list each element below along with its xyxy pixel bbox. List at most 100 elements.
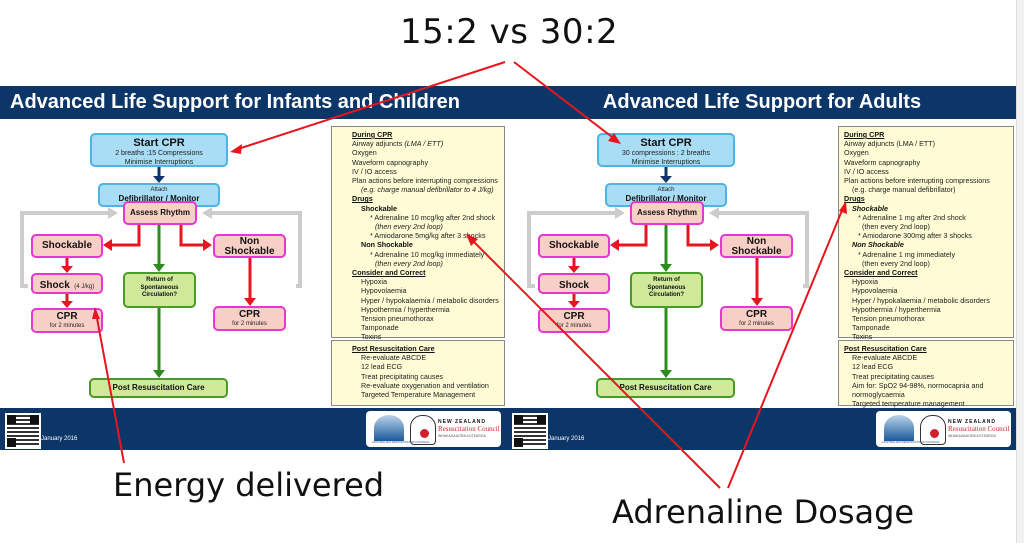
start-cpr-box: Start CPR 2 breaths :15 Compressions Min… [90,133,228,167]
compression-ratio: 2 breaths :15 Compressions [115,150,203,157]
shock-label: Shock [39,280,70,291]
non-shockable-drugs-heading: Non Shockable [852,240,904,250]
info-line: Tamponade [852,323,890,333]
non-shockable-drugs-heading: Non Shockable [361,240,413,250]
amiodarone-dose: * Amiodarone 5mg/kg after 3 shocks [370,231,486,241]
info-line: Hypoxia [852,277,878,287]
start-cpr-title: Start CPR [640,137,692,149]
arrowhead [660,176,672,183]
info-line: (then every 2nd loop) [862,222,930,232]
shock-box: Shock (4 J/kg) [31,273,103,294]
shockable-box: Shockable [538,234,610,258]
minimise-interruptions: Minimise Interruptions [124,159,194,166]
info-em: (LMA / ETT) [404,139,444,149]
arrow-assess-to-nonshockable [686,225,712,247]
post-resuscitation-care-box: Post Resuscitation Care [89,378,228,398]
arrowhead [568,301,580,308]
info-line: Waveform capnography [352,157,429,167]
rosc-line-2: Spontaneous [647,284,686,291]
arc-logo-icon [374,415,404,441]
arrow-assess-to-shockable [617,225,648,247]
info-line: 12 lead ECG [852,362,894,372]
post-care-heading: Post Resuscitation Care [844,344,927,353]
info-line: (then every 2nd loop) [375,222,443,232]
shock-label: Shock [558,280,589,291]
compression-ratio: 30 compressions : 2 breaths [622,150,710,157]
info-line: Tension pneumothorax [852,314,925,324]
arrow-assess-to-nonshockable [179,225,205,247]
cpr-box-left: CPR for 2 minutes [538,308,610,333]
rc-logo-text: Resuscitation Council [948,425,1010,433]
cpr-label: CPR [238,309,261,320]
drugs-heading: Drugs [844,194,865,204]
panel-adults: Advanced Life Support for Adults Start C… [507,86,1017,450]
rosc-line-3: Circulation? [141,292,177,298]
rosc-line-2: Spontaneous [140,284,179,291]
scrollbar[interactable] [1016,0,1024,543]
during-cpr-panel: During CPR Airway adjuncts (LMA / ETT) O… [331,126,505,351]
arrowhead [153,176,165,183]
council-logos: AUSTRALIAN RESUSCITATION COUNCIL NEW ZEA… [876,411,1011,447]
during-cpr-heading: During CPR [352,130,393,139]
arrowhead [751,298,763,306]
rosc-line-1: Return of [146,277,173,283]
info-line: Oxygen [844,148,869,158]
info-line: Hypovolaemia [361,286,407,296]
footer-date: January 2016 [548,436,585,442]
arrowhead [244,298,256,306]
council-logos: AUSTRALIAN RESUSCITATION COUNCIL NEW ZEA… [366,411,501,447]
info-line: Tamponade [361,323,399,333]
arrowhead [61,301,73,308]
info-line: Airway adjuncts (LMA / ETT) [844,139,936,149]
footer-date: January 2016 [41,436,78,442]
shock-energy: (4 J/kg) [74,284,95,290]
adrenaline-non-shockable-dose: * Adrenaline 10 mcg/kg immediately [370,249,485,259]
info-line: Oxygen [352,148,377,158]
info-line: Hypothermia / hyperthermia [852,304,941,314]
info-line: Airway adjuncts (LMA / ETT) [352,139,499,148]
spiral-logo-icon [930,429,939,438]
non-shockable-box: Non Shockable [720,234,793,258]
info-line: Treat precipitating causes [852,371,935,381]
qr-code-icon[interactable] [5,413,41,449]
shock-box: Shock [538,273,610,294]
loop-arrow-left [615,207,625,219]
post-care-label: Post Resuscitation Care [619,383,712,392]
info-line: IV / IO access [844,166,889,176]
adrenaline-non-shockable-dose: * Adrenaline 1 mg immediately [858,249,956,259]
panel-children: Advanced Life Support for Infants and Ch… [0,86,507,450]
info-line: Re-evaluate ABCDE [852,353,918,363]
info-line: Treat precipitating causes [361,371,444,381]
cpr-box-right: CPR for 2 minutes [213,306,286,331]
qr-code-icon[interactable] [512,413,548,449]
info-line: (then every 2nd loop) [862,258,930,268]
during-cpr-heading: During CPR [844,130,885,139]
panel-title: Advanced Life Support for Infants and Ch… [0,86,507,119]
arrow-assess-to-shockable [110,225,141,247]
annotation-adrenaline-dosage: Adrenaline Dosage [612,493,915,531]
cpr-box-left: CPR for 2 minutes [31,308,103,333]
arrowhead [203,239,212,251]
shockable-label: Shockable [41,240,93,251]
minimise-interruptions: Minimise Interruptions [631,159,701,166]
info-line: 12 lead ECG [361,362,403,372]
info-line: normoglycaemia [852,390,905,400]
post-care-label: Post Resuscitation Care [112,383,205,392]
shockable-label: Shockable [548,240,600,251]
shockable-drugs-heading: Shockable [852,203,888,213]
info-line: Hypothermia / hyperthermia [361,304,450,314]
arrowhead [153,370,165,378]
consider-correct-heading: Consider and Correct [844,268,918,278]
info-line: Targeted Temperature Management [361,390,476,400]
panel-title: Advanced Life Support for Adults [507,86,1017,119]
attach-label: Attach [150,187,168,193]
info-line: Hypovolaemia [852,286,898,296]
assess-rhythm-label: Assess Rhythm [636,208,698,217]
panel-footer: January 2016 AUSTRALIAN RESUSCITATION CO… [0,408,507,450]
post-resuscitation-care-box: Post Resuscitation Care [596,378,735,398]
info-line: (then every 2nd loop) [375,258,443,268]
non-shockable-box: Non Shockable [213,234,286,258]
assess-rhythm-box: Assess Rhythm [123,201,197,225]
arrowhead [61,266,73,273]
start-cpr-box: Start CPR 30 compressions : 2 breaths Mi… [597,133,735,167]
